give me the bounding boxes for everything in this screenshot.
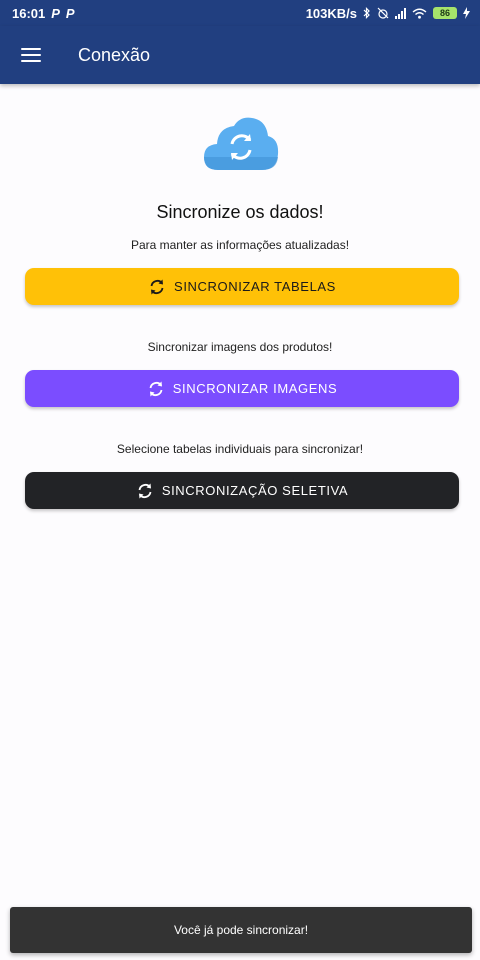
snackbar: Você já pode sincronizar!	[10, 907, 472, 953]
connection-screen: 16:01 P P 103KB/s 86 Conexão Sincronize …	[0, 0, 480, 960]
sync-tables-label: SINCRONIZAR TABELAS	[174, 279, 336, 294]
snackbar-message: Você já pode sincronizar!	[173, 923, 309, 937]
menu-button[interactable]	[0, 26, 62, 84]
hamburger-icon	[21, 48, 41, 62]
charging-icon	[463, 7, 470, 19]
images-description: Sincronizar imagens dos produtos!	[147, 340, 333, 354]
cloud-sync-icon	[204, 117, 279, 170]
sync-images-button[interactable]: SINCRONIZAR IMAGENS	[25, 370, 459, 407]
signal-icon	[395, 7, 406, 19]
sync-icon	[138, 483, 152, 498]
sync-tables-button[interactable]: SINCRONIZAR TABELAS	[25, 268, 459, 305]
sync-headline: Sincronize os dados!	[156, 202, 324, 222]
page-title: Conexão	[78, 44, 151, 65]
wifi-icon	[412, 8, 427, 19]
sync-icon	[149, 381, 163, 396]
status-time: 16:01	[12, 5, 46, 21]
alarm-off-icon	[377, 7, 389, 19]
net-speed: 103KB/s	[305, 5, 357, 21]
parking-notification-icon: P	[51, 5, 60, 21]
battery-icon: 86	[433, 7, 457, 19]
sync-images-label: SINCRONIZAR IMAGENS	[172, 381, 338, 396]
bluetooth-icon	[363, 7, 370, 19]
status-bar: 16:01 P P 103KB/s 86	[0, 0, 480, 26]
parking-notification-icon: P	[65, 5, 75, 21]
selective-description: Selecione tabelas individuais para sincr…	[116, 442, 364, 456]
app-bar: Conexão	[0, 26, 480, 84]
status-right: 103KB/s 86	[306, 6, 470, 21]
selective-sync-label: SINCRONIZAÇÃO SELETIVA	[161, 483, 349, 498]
selective-sync-button[interactable]: SINCRONIZAÇÃO SELETIVA	[25, 472, 459, 509]
status-left: 16:01 P P	[12, 6, 75, 21]
sync-icon	[150, 279, 164, 294]
tables-description: Para manter as informações atualizadas!	[130, 238, 350, 252]
